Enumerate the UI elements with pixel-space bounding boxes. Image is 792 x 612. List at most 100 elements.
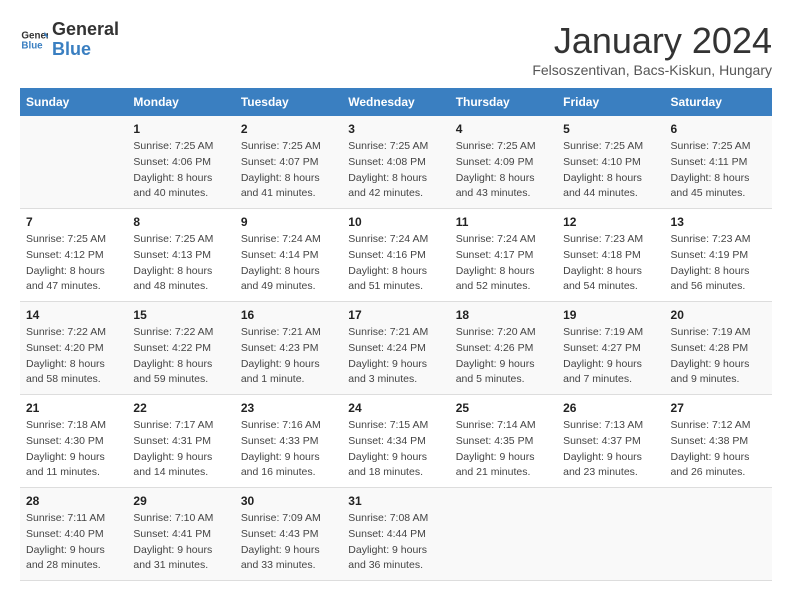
svg-text:Blue: Blue [21,40,43,51]
day-number: 14 [26,308,121,322]
day-number: 9 [241,215,336,229]
logo-general-text: General [52,20,119,40]
calendar-cell: 29 Sunrise: 7:10 AMSunset: 4:41 PMDayligh… [127,488,234,581]
day-info: Sunrise: 7:25 AMSunset: 4:09 PMDaylight:… [456,139,551,202]
calendar-cell: 17 Sunrise: 7:21 AMSunset: 4:24 PMDayligh… [342,302,449,395]
day-number: 3 [348,122,443,136]
day-info: Sunrise: 7:25 AMSunset: 4:06 PMDaylight:… [133,139,228,202]
day-number: 5 [563,122,658,136]
day-number: 26 [563,401,658,415]
day-info: Sunrise: 7:25 AMSunset: 4:12 PMDaylight:… [26,232,121,295]
day-number: 24 [348,401,443,415]
day-number: 11 [456,215,551,229]
calendar-cell: 21Sunrise: 7:18 AMSunset: 4:30 PMDayligh… [20,395,127,488]
day-info: Sunrise: 7:25 AMSunset: 4:08 PMDaylight:… [348,139,443,202]
day-info: Sunrise: 7:09 AMSunset: 4:43 PMDaylight:… [241,511,336,574]
day-number: 18 [456,308,551,322]
logo: General Blue General Blue [20,20,119,60]
calendar-cell: 16 Sunrise: 7:21 AMSunset: 4:23 PMDayligh… [235,302,342,395]
calendar-cell: 30 Sunrise: 7:09 AMSunset: 4:43 PMDayligh… [235,488,342,581]
weekday-header-thursday: Thursday [450,88,557,116]
calendar-cell: 11 Sunrise: 7:24 AMSunset: 4:17 PMDayligh… [450,209,557,302]
calendar-cell: 28Sunrise: 7:11 AMSunset: 4:40 PMDayligh… [20,488,127,581]
day-number: 25 [456,401,551,415]
calendar-cell [557,488,664,581]
day-number: 20 [671,308,766,322]
day-info: Sunrise: 7:24 AMSunset: 4:17 PMDaylight:… [456,232,551,295]
calendar-cell: 5 Sunrise: 7:25 AMSunset: 4:10 PMDaylight… [557,116,664,209]
calendar-cell: 31Sunrise: 7:08 AMSunset: 4:44 PMDayligh… [342,488,449,581]
day-info: Sunrise: 7:19 AMSunset: 4:27 PMDaylight:… [563,325,658,388]
calendar-cell: 26Sunrise: 7:13 AMSunset: 4:37 PMDayligh… [557,395,664,488]
calendar-cell: 6 Sunrise: 7:25 AMSunset: 4:11 PMDaylight… [665,116,772,209]
day-number: 2 [241,122,336,136]
calendar-week-row: 21Sunrise: 7:18 AMSunset: 4:30 PMDayligh… [20,395,772,488]
weekday-header-sunday: Sunday [20,88,127,116]
calendar-cell [20,116,127,209]
day-number: 21 [26,401,121,415]
calendar-cell: 22 Sunrise: 7:17 AMSunset: 4:31 PMDayligh… [127,395,234,488]
day-info: Sunrise: 7:10 AMSunset: 4:41 PMDaylight:… [133,511,228,574]
calendar-cell: 27 Sunrise: 7:12 AMSunset: 4:38 PMDayligh… [665,395,772,488]
day-info: Sunrise: 7:17 AMSunset: 4:31 PMDaylight:… [133,418,228,481]
day-info: Sunrise: 7:20 AMSunset: 4:26 PMDaylight:… [456,325,551,388]
calendar-cell [450,488,557,581]
day-number: 19 [563,308,658,322]
day-info: Sunrise: 7:15 AMSunset: 4:34 PMDaylight:… [348,418,443,481]
day-info: Sunrise: 7:21 AMSunset: 4:23 PMDaylight:… [241,325,336,388]
day-info: Sunrise: 7:25 AMSunset: 4:07 PMDaylight:… [241,139,336,202]
day-info: Sunrise: 7:25 AMSunset: 4:10 PMDaylight:… [563,139,658,202]
day-number: 6 [671,122,766,136]
day-info: Sunrise: 7:14 AMSunset: 4:35 PMDaylight:… [456,418,551,481]
logo-blue-text: Blue [52,40,119,60]
calendar-week-row: 14Sunrise: 7:22 AMSunset: 4:20 PMDayligh… [20,302,772,395]
day-number: 17 [348,308,443,322]
calendar-cell: 18 Sunrise: 7:20 AMSunset: 4:26 PMDayligh… [450,302,557,395]
calendar-cell [665,488,772,581]
day-info: Sunrise: 7:21 AMSunset: 4:24 PMDaylight:… [348,325,443,388]
day-info: Sunrise: 7:23 AMSunset: 4:18 PMDaylight:… [563,232,658,295]
calendar-week-row: 28Sunrise: 7:11 AMSunset: 4:40 PMDayligh… [20,488,772,581]
day-info: Sunrise: 7:16 AMSunset: 4:33 PMDaylight:… [241,418,336,481]
day-number: 27 [671,401,766,415]
day-number: 16 [241,308,336,322]
day-info: Sunrise: 7:12 AMSunset: 4:38 PMDaylight:… [671,418,766,481]
title-area: January 2024 Felsoszentivan, Bacs-Kiskun… [532,20,772,78]
day-info: Sunrise: 7:22 AMSunset: 4:22 PMDaylight:… [133,325,228,388]
calendar-cell: 1Sunrise: 7:25 AMSunset: 4:06 PMDaylight… [127,116,234,209]
calendar-cell: 2 Sunrise: 7:25 AMSunset: 4:07 PMDaylight… [235,116,342,209]
day-info: Sunrise: 7:25 AMSunset: 4:11 PMDaylight:… [671,139,766,202]
calendar-cell: 8Sunrise: 7:25 AMSunset: 4:13 PMDaylight… [127,209,234,302]
day-number: 23 [241,401,336,415]
day-info: Sunrise: 7:24 AMSunset: 4:14 PMDaylight:… [241,232,336,295]
day-number: 31 [348,494,443,508]
day-number: 29 [133,494,228,508]
calendar-cell: 12 Sunrise: 7:23 AMSunset: 4:18 PMDayligh… [557,209,664,302]
weekday-header-wednesday: Wednesday [342,88,449,116]
day-number: 8 [133,215,228,229]
calendar-week-row: 7 Sunrise: 7:25 AMSunset: 4:12 PMDaylight… [20,209,772,302]
weekday-header-tuesday: Tuesday [235,88,342,116]
weekday-header-friday: Friday [557,88,664,116]
logo-icon: General Blue [20,26,48,54]
day-number: 12 [563,215,658,229]
calendar-cell: 10Sunrise: 7:24 AMSunset: 4:16 PMDayligh… [342,209,449,302]
calendar-cell: 9 Sunrise: 7:24 AMSunset: 4:14 PMDaylight… [235,209,342,302]
day-number: 10 [348,215,443,229]
weekday-header-row: SundayMondayTuesdayWednesdayThursdayFrid… [20,88,772,116]
calendar-cell: 14Sunrise: 7:22 AMSunset: 4:20 PMDayligh… [20,302,127,395]
calendar-cell: 23 Sunrise: 7:16 AMSunset: 4:33 PMDayligh… [235,395,342,488]
day-info: Sunrise: 7:19 AMSunset: 4:28 PMDaylight:… [671,325,766,388]
header: General Blue General Blue January 2024 F… [20,20,772,78]
day-number: 30 [241,494,336,508]
day-number: 22 [133,401,228,415]
calendar-cell: 24 Sunrise: 7:15 AMSunset: 4:34 PMDayligh… [342,395,449,488]
location-title: Felsoszentivan, Bacs-Kiskun, Hungary [532,62,772,78]
month-title: January 2024 [532,20,772,62]
calendar-cell: 15Sunrise: 7:22 AMSunset: 4:22 PMDayligh… [127,302,234,395]
calendar-cell: 25 Sunrise: 7:14 AMSunset: 4:35 PMDayligh… [450,395,557,488]
calendar-cell: 19 Sunrise: 7:19 AMSunset: 4:27 PMDayligh… [557,302,664,395]
calendar-cell: 20 Sunrise: 7:19 AMSunset: 4:28 PMDayligh… [665,302,772,395]
day-number: 7 [26,215,121,229]
weekday-header-monday: Monday [127,88,234,116]
